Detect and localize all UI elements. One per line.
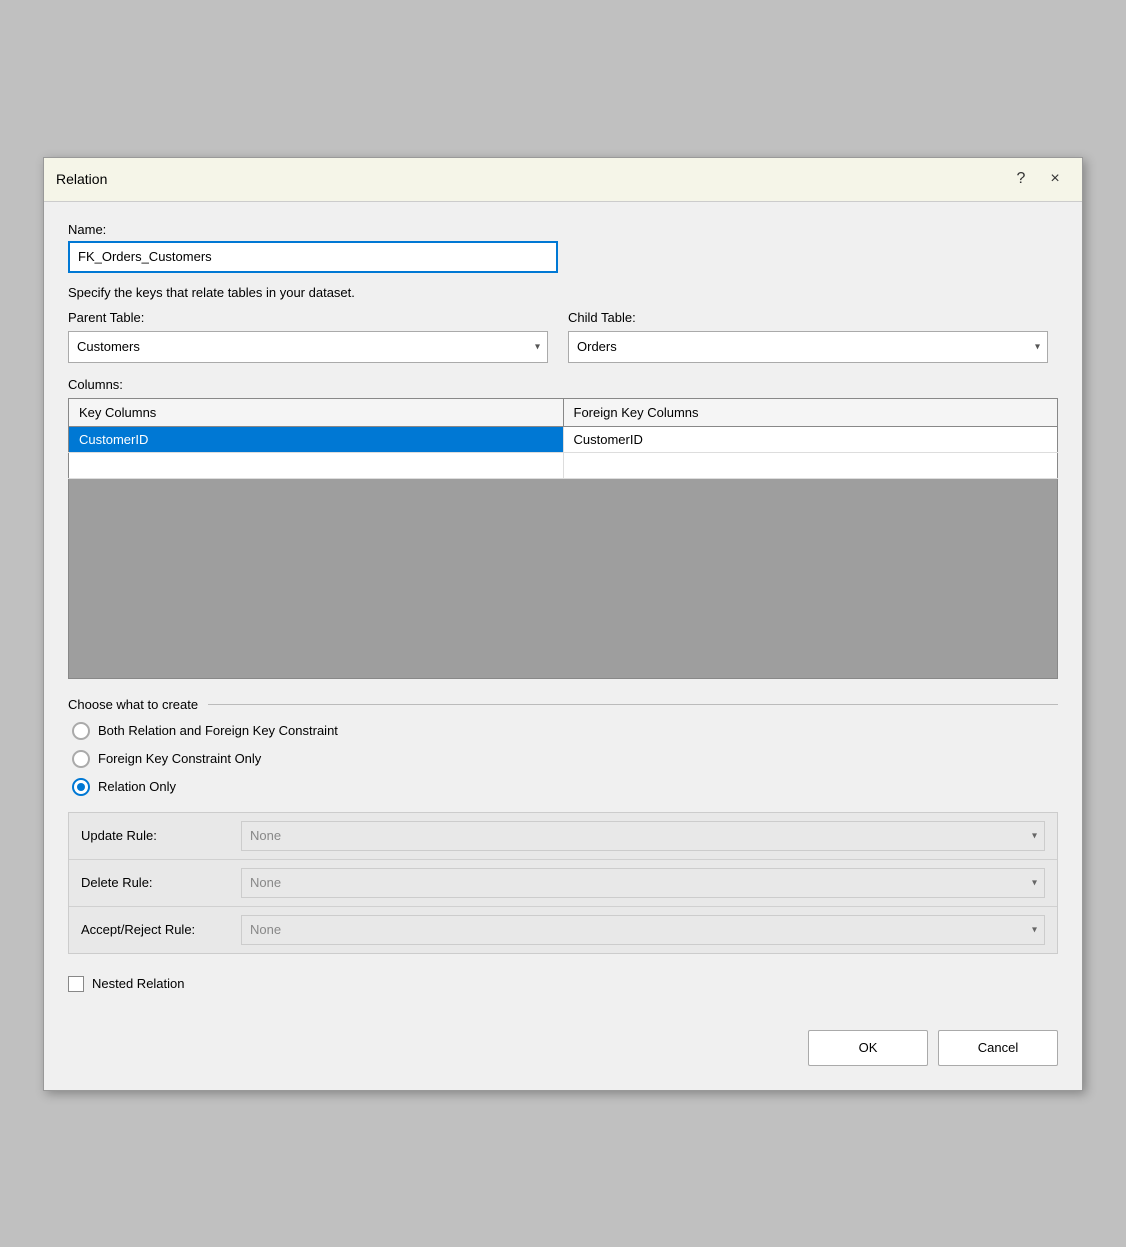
accept-reject-rule-select[interactable]: None Cascade SetNull SetDefault: [241, 915, 1045, 945]
columns-label: Columns:: [68, 377, 1058, 392]
nested-relation-label: Nested Relation: [92, 976, 185, 991]
dialog-title: Relation: [56, 171, 107, 187]
radio-label-both: Both Relation and Foreign Key Constraint: [98, 723, 338, 738]
choose-label: Choose what to create: [68, 697, 198, 712]
child-table-select[interactable]: Orders Customers: [568, 331, 1048, 363]
delete-rule-select[interactable]: None Cascade SetNull SetDefault: [241, 868, 1045, 898]
relation-dialog: Relation ? × Name: Specify the keys that…: [43, 157, 1083, 1091]
fk-col-cell-empty: [563, 452, 1058, 478]
subtitle-text: Specify the keys that relate tables in y…: [68, 285, 1058, 300]
key-columns-header: Key Columns: [69, 398, 564, 426]
update-rule-row: Update Rule: None Cascade SetNull SetDef…: [69, 813, 1057, 860]
tables-row: Parent Table: Customers Orders ▾ Child T…: [68, 310, 1058, 363]
parent-table-select[interactable]: Customers Orders: [68, 331, 548, 363]
title-bar: Relation ? ×: [44, 158, 1082, 202]
columns-table: Key Columns Foreign Key Columns Customer…: [68, 398, 1058, 479]
title-bar-left: Relation: [56, 171, 107, 187]
name-label: Name:: [68, 222, 1058, 237]
table-row[interactable]: [69, 452, 1058, 478]
radio-label-fk-only: Foreign Key Constraint Only: [98, 751, 261, 766]
divider-line: [208, 704, 1058, 705]
divider-section: Choose what to create: [68, 697, 1058, 712]
dialog-footer: OK Cancel: [68, 1020, 1058, 1070]
key-col-cell-empty: [69, 452, 564, 478]
key-col-cell: CustomerID: [69, 426, 564, 452]
table-row[interactable]: CustomerID CustomerID: [69, 426, 1058, 452]
radio-circle-both: [72, 722, 90, 740]
cancel-button[interactable]: Cancel: [938, 1030, 1058, 1066]
radio-label-relation-only: Relation Only: [98, 779, 176, 794]
child-table-wrapper: Orders Customers ▾: [568, 331, 1048, 363]
parent-table-wrapper: Customers Orders ▾: [68, 331, 548, 363]
radio-item-fk-only[interactable]: Foreign Key Constraint Only: [72, 750, 1058, 768]
accept-reject-rule-row: Accept/Reject Rule: None Cascade SetNull…: [69, 907, 1057, 953]
ok-button[interactable]: OK: [808, 1030, 928, 1066]
accept-reject-rule-wrapper: None Cascade SetNull SetDefault ▾: [241, 915, 1045, 945]
fk-columns-header: Foreign Key Columns: [563, 398, 1058, 426]
update-rule-wrapper: None Cascade SetNull SetDefault ▾: [241, 821, 1045, 851]
radio-item-relation-only[interactable]: Relation Only: [72, 778, 1058, 796]
gray-area: [68, 479, 1058, 679]
parent-table-label: Parent Table:: [68, 310, 548, 325]
delete-rule-label: Delete Rule:: [81, 875, 241, 890]
child-table-label: Child Table:: [568, 310, 1048, 325]
close-button[interactable]: ×: [1040, 165, 1070, 193]
radio-item-both[interactable]: Both Relation and Foreign Key Constraint: [72, 722, 1058, 740]
help-button[interactable]: ?: [1006, 165, 1036, 193]
rules-section: Update Rule: None Cascade SetNull SetDef…: [68, 812, 1058, 954]
parent-table-group: Parent Table: Customers Orders ▾: [68, 310, 548, 363]
radio-group: Both Relation and Foreign Key Constraint…: [68, 722, 1058, 796]
nested-relation-row[interactable]: Nested Relation: [68, 968, 1058, 1000]
accept-reject-rule-label: Accept/Reject Rule:: [81, 922, 241, 937]
delete-rule-row: Delete Rule: None Cascade SetNull SetDef…: [69, 860, 1057, 907]
dialog-body: Name: Specify the keys that relate table…: [44, 202, 1082, 1090]
columns-header-row: Key Columns Foreign Key Columns: [69, 398, 1058, 426]
radio-circle-fk-only: [72, 750, 90, 768]
delete-rule-wrapper: None Cascade SetNull SetDefault ▾: [241, 868, 1045, 898]
radio-circle-relation-only: [72, 778, 90, 796]
name-input[interactable]: [68, 241, 558, 273]
update-rule-select[interactable]: None Cascade SetNull SetDefault: [241, 821, 1045, 851]
fk-col-cell: CustomerID: [563, 426, 1058, 452]
title-bar-right: ? ×: [1006, 165, 1070, 193]
update-rule-label: Update Rule:: [81, 828, 241, 843]
child-table-group: Child Table: Orders Customers ▾: [568, 310, 1048, 363]
nested-relation-checkbox[interactable]: [68, 976, 84, 992]
